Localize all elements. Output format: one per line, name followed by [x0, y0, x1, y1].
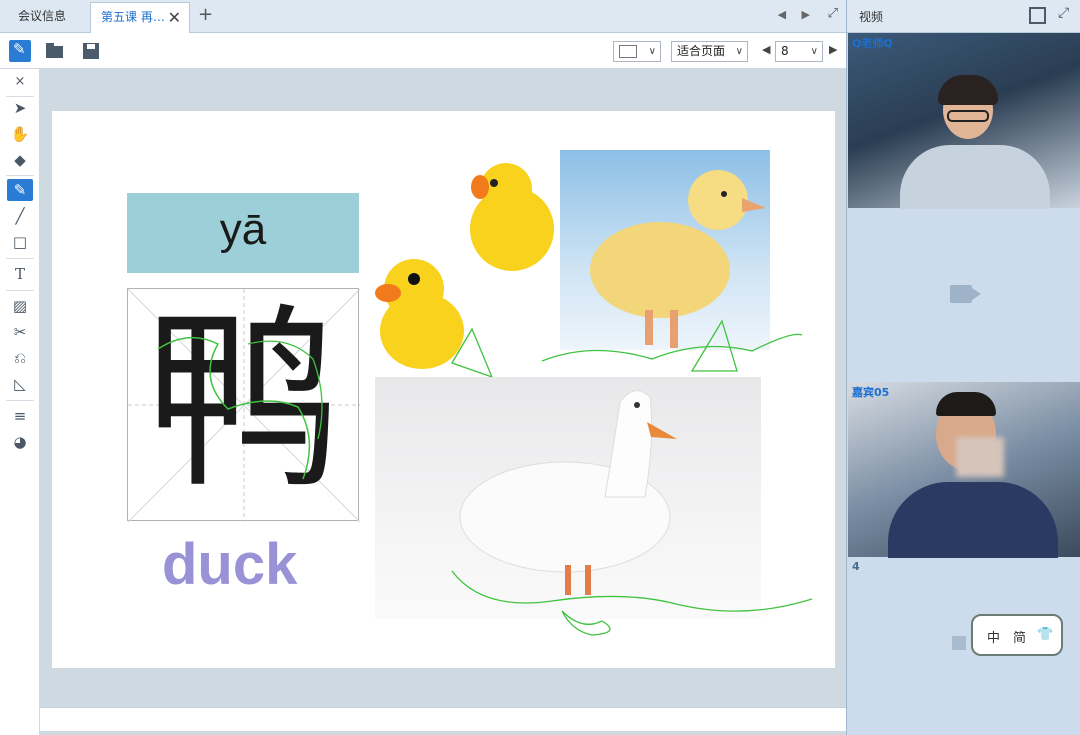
rectangle-icon[interactable]: □: [7, 231, 33, 253]
tab-scroll-arrows[interactable]: ◀ ▶: [778, 8, 816, 21]
chevron-down-icon: ∨: [810, 46, 818, 57]
video-header: 视频 ⤢: [847, 0, 1080, 33]
zoom-select[interactable]: 适合页面 ∨: [671, 41, 748, 62]
chevron-down-icon: ∨: [648, 46, 656, 57]
horizontal-scrollbar[interactable]: [40, 707, 846, 731]
video-slot-teacher[interactable]: Q老师Q: [848, 33, 1080, 225]
image-icon[interactable]: ▨: [7, 295, 33, 317]
undo-icon[interactable]: ⎌: [7, 347, 33, 369]
video-slot-student[interactable]: 嘉宾05: [848, 382, 1080, 562]
save-icon[interactable]: [80, 40, 102, 62]
lang-simplified[interactable]: 简: [1013, 627, 1026, 646]
chart-icon[interactable]: ◺: [7, 373, 33, 395]
page-number: 8: [781, 44, 789, 58]
close-tools-icon[interactable]: ×: [7, 71, 33, 93]
character-grid: 鸭: [127, 288, 360, 522]
text-icon[interactable]: T: [7, 263, 33, 285]
video-title: 视频: [859, 10, 884, 24]
layout-icon[interactable]: [1029, 7, 1046, 24]
tab-lesson[interactable]: 第五课 再… ✕: [90, 2, 190, 33]
grass-annotation-bottom: [451, 570, 813, 636]
zoom-value: 适合页面: [677, 44, 726, 58]
tool-palette: × ➤ ✋ ◆ ✎ ╱ □ T ▨ ✂ ⎌ ◺ ≡ ◕: [0, 69, 40, 735]
pinyin-box: yā: [127, 193, 359, 273]
add-tab-button[interactable]: +: [198, 4, 213, 25]
student-hair: [936, 392, 996, 416]
tab-meeting-info[interactable]: 会议信息: [8, 2, 90, 33]
pencil-icon[interactable]: ✎: [7, 179, 33, 201]
privacy-blur: [956, 437, 1004, 477]
lang-zh[interactable]: 中: [987, 627, 1000, 646]
pinyin-text: yā: [219, 205, 267, 254]
select-arrow-icon[interactable]: ➤: [7, 97, 33, 119]
chevron-down-icon: ∨: [735, 46, 743, 57]
english-word: duck: [162, 532, 298, 597]
language-switch-badge[interactable]: 中 简 👕: [971, 614, 1063, 656]
video-slot-empty[interactable]: [848, 209, 1080, 381]
grass-annotation-top: [541, 319, 803, 372]
line-icon[interactable]: ╱: [7, 205, 33, 227]
page-prev-button[interactable]: ◀: [762, 43, 770, 56]
eraser-icon[interactable]: ◆: [7, 149, 33, 171]
hand-icon[interactable]: ✋: [7, 123, 33, 145]
tracing-annotation: [157, 336, 323, 480]
video-slot-label: 嘉宾05: [852, 386, 890, 399]
slide: yā 鸭 duck: [52, 111, 835, 668]
scissors-icon[interactable]: ✂: [7, 321, 33, 343]
toolbar: ∨ 适合页面 ∨ ◀ 8 ∨ ▶: [0, 33, 846, 69]
tab-bar: 会议信息 第五课 再… ✕ + ◀ ▶ ⤢: [0, 0, 846, 33]
video-slot-label: Q老师Q: [852, 37, 893, 50]
teacher-hair: [938, 75, 998, 105]
glasses: [947, 110, 989, 122]
video-slot-label: 4: [852, 560, 860, 573]
page-next-button[interactable]: ▶: [829, 43, 837, 56]
tab-lesson-label: 第五课 再…: [101, 10, 165, 24]
student-torso: [888, 482, 1058, 562]
pen-mode-button[interactable]: [9, 40, 31, 62]
shirt-icon[interactable]: 👕: [1037, 627, 1053, 642]
menu-lines-icon[interactable]: ≡: [7, 405, 33, 427]
color-swatch: [619, 45, 637, 58]
camera-icon: [950, 285, 972, 303]
color-select[interactable]: ∨: [613, 41, 661, 62]
page-select[interactable]: 8 ∨: [775, 41, 823, 62]
language-small-icon[interactable]: [952, 636, 966, 650]
palette-icon[interactable]: ◕: [7, 431, 33, 453]
open-folder-icon[interactable]: [44, 40, 66, 62]
close-icon[interactable]: ✕: [168, 3, 181, 32]
video-panel: 视频 ⤢ Q老师Q 嘉宾05 4 中 简 👕: [846, 0, 1080, 735]
expand-icon[interactable]: ⤢: [1058, 5, 1069, 21]
expand-icon[interactable]: ⤢: [828, 6, 838, 21]
